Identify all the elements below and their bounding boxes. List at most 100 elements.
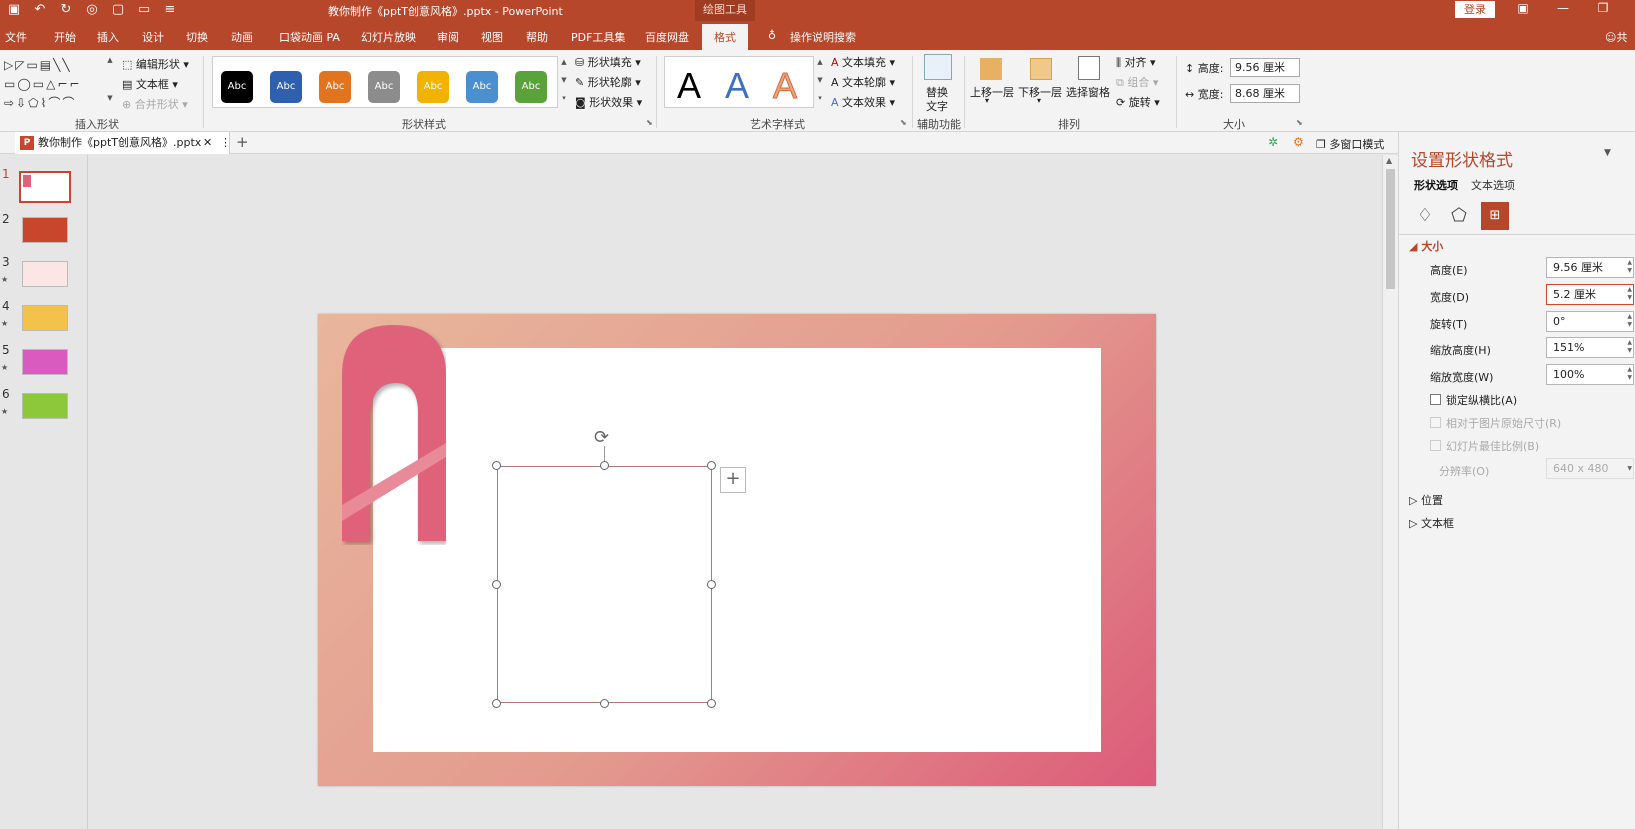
scrollbar-thumb[interactable]	[1386, 169, 1395, 289]
close-tab-icon[interactable]: ✕	[203, 132, 212, 154]
slide-thumbnail[interactable]	[22, 349, 68, 375]
relative-original-checkbox[interactable]	[1430, 417, 1441, 428]
layout-options-icon[interactable]: +	[720, 467, 746, 493]
open-folder-icon[interactable]: ▭	[136, 2, 152, 18]
text-fill-button[interactable]: A 文本填充 ▾	[831, 54, 895, 70]
width-input[interactable]: 8.68 厘米	[1230, 84, 1300, 103]
text-box-button[interactable]: ▤ 文本框 ▾	[122, 76, 178, 92]
resize-handle[interactable]	[707, 580, 716, 589]
pane-options-icon[interactable]: ▼	[1604, 148, 1611, 158]
merge-shapes-button[interactable]: ⊕ 合并形状 ▾	[122, 96, 188, 112]
scroll-up-icon[interactable]: ▲	[1386, 156, 1392, 165]
shape-effects-button[interactable]: ◙ 形状效果 ▾	[575, 94, 642, 110]
lock-aspect-checkbox[interactable]	[1430, 394, 1441, 405]
magic-icon[interactable]: ✲	[1268, 135, 1278, 149]
wordart-style-orange[interactable]: A	[772, 67, 797, 104]
section-textbox[interactable]: ▷ 文本框	[1409, 515, 1454, 531]
edit-shape-button[interactable]: ⬚ 编辑形状 ▾	[122, 56, 189, 72]
slide-thumbnail[interactable]	[22, 393, 68, 419]
send-backward-dropdown-icon[interactable]: ▾	[1037, 96, 1041, 105]
shape-style-chip[interactable]: Abc	[270, 71, 302, 103]
shape-fill-button[interactable]: ⛁ 形状填充 ▾	[575, 54, 641, 70]
vertical-scrollbar[interactable]: ▲	[1382, 155, 1398, 829]
resize-handle[interactable]	[492, 461, 501, 470]
tab-pdf-tools[interactable]: PDF工具集	[571, 29, 625, 45]
tab-file[interactable]: 文件	[5, 29, 27, 45]
shape-style-chip[interactable]: Abc	[515, 71, 547, 103]
align-button[interactable]: ⫼ 对齐 ▾	[1116, 54, 1156, 70]
dialog-launcher-icon[interactable]: ⬊	[646, 118, 653, 127]
ribbon-display-icon[interactable]: ▣	[1513, 1, 1533, 15]
height-input[interactable]: 9.56 厘米	[1230, 58, 1300, 77]
tell-me-search[interactable]: 操作说明搜索	[790, 29, 856, 45]
tab-shape-options[interactable]: 形状选项	[1414, 177, 1458, 193]
shapes-gallery[interactable]: ▷◸▭▤╲╲ ▭◯▭△⌐⌐ ⇨⇩⬠⌇⌒⌒	[4, 56, 104, 113]
presenter-icon[interactable]: ◎	[84, 2, 100, 18]
redo-icon[interactable]: ↻	[58, 2, 74, 18]
section-position[interactable]: ▷ 位置	[1409, 492, 1443, 508]
best-scale-checkbox[interactable]	[1430, 440, 1441, 451]
tab-design[interactable]: 设计	[142, 29, 164, 45]
new-file-icon[interactable]: ▢	[110, 2, 126, 18]
dialog-launcher-icon[interactable]: ⬊	[900, 118, 907, 127]
gallery-more-icon[interactable]: ▼	[104, 94, 116, 102]
tab-more-icon[interactable]: ⋮	[220, 132, 231, 154]
rotate-button[interactable]: ⟳ 旋转 ▾	[1116, 94, 1160, 110]
settings-gear-icon[interactable]: ⚙	[1293, 135, 1304, 149]
tab-view[interactable]: 视图	[481, 29, 503, 45]
bring-forward-dropdown-icon[interactable]: ▾	[985, 96, 989, 105]
wordart-scroll-up-icon[interactable]: ▲	[814, 58, 826, 66]
spinner-icon[interactable]: ▲ ▼	[1627, 366, 1632, 382]
size-properties-icon[interactable]: ⊞	[1481, 202, 1509, 230]
shape-style-chip[interactable]: Abc	[368, 71, 400, 103]
fill-line-icon[interactable]: ♢	[1411, 202, 1439, 230]
tab-transitions[interactable]: 切换	[186, 29, 208, 45]
spinner-icon[interactable]: ▲ ▼	[1627, 286, 1632, 302]
selection-pane-button[interactable]: 选择窗格	[1066, 84, 1110, 100]
tab-insert[interactable]: 插入	[97, 29, 119, 45]
slide-white-panel[interactable]	[373, 348, 1101, 752]
tab-format[interactable]: 格式	[702, 24, 748, 50]
tab-review[interactable]: 审阅	[437, 29, 459, 45]
rotate-handle-icon[interactable]: ⟳	[594, 427, 609, 448]
styles-scroll-up-icon[interactable]: ▲	[558, 58, 570, 66]
text-outline-button[interactable]: A 文本轮廓 ▾	[831, 74, 895, 90]
tab-home[interactable]: 开始	[54, 29, 76, 45]
resolution-select[interactable]: 640 x 480 ▼	[1546, 458, 1634, 479]
tab-slideshow[interactable]: 幻灯片放映	[361, 29, 416, 45]
login-button[interactable]: 登录	[1455, 1, 1495, 18]
multi-window-button[interactable]: ❐ 多窗口模式	[1316, 136, 1384, 152]
shape-style-chip[interactable]: Abc	[466, 71, 498, 103]
save-icon[interactable]: ▣	[6, 2, 22, 18]
height-field[interactable]: 9.56 厘米 ▲ ▼	[1546, 257, 1634, 278]
spinner-icon[interactable]: ▲ ▼	[1627, 313, 1632, 329]
effects-pentagon-icon[interactable]: ⬠	[1445, 202, 1473, 230]
undo-icon[interactable]: ↶	[32, 2, 48, 18]
document-tab[interactable]: P 教你制作《pptT创意风格》.pptx ✕ ⋮	[15, 132, 231, 154]
tab-help[interactable]: 帮助	[526, 29, 548, 45]
shape-outline-button[interactable]: ✎ 形状轮廓 ▾	[575, 74, 641, 90]
styles-more-icon[interactable]: ▾	[558, 94, 570, 102]
slide-thumbnail[interactable]	[22, 217, 68, 243]
resize-handle[interactable]	[707, 461, 716, 470]
wordart-more-icon[interactable]: ▾	[814, 94, 826, 102]
rotation-field[interactable]: 0° ▲ ▼	[1546, 311, 1634, 332]
spinner-icon[interactable]: ▲ ▼	[1627, 259, 1632, 275]
tab-animations[interactable]: 动画	[231, 29, 253, 45]
tab-baidu-netdisk[interactable]: 百度网盘	[645, 29, 689, 45]
resize-handle[interactable]	[492, 580, 501, 589]
tab-pocket-animation[interactable]: 口袋动画 PA	[279, 29, 340, 45]
wordart-scroll-down-icon[interactable]: ▼	[814, 76, 826, 84]
restore-icon[interactable]: ❐	[1593, 1, 1613, 15]
styles-scroll-down-icon[interactable]: ▼	[558, 76, 570, 84]
slide-thumbnail[interactable]	[19, 171, 71, 203]
gallery-scroll-up-icon[interactable]: ▲	[104, 56, 116, 64]
minimize-icon[interactable]: —	[1553, 1, 1573, 15]
shape-style-chip[interactable]: Abc	[417, 71, 449, 103]
wordart-style-blue[interactable]: A	[725, 68, 749, 104]
resize-handle[interactable]	[600, 461, 609, 470]
text-effects-button[interactable]: A 文本效果 ▾	[831, 94, 895, 110]
slide-thumbnail[interactable]	[22, 261, 68, 287]
scale-height-field[interactable]: 151% ▲ ▼	[1546, 337, 1634, 358]
letter-a-shape[interactable]	[342, 325, 446, 545]
